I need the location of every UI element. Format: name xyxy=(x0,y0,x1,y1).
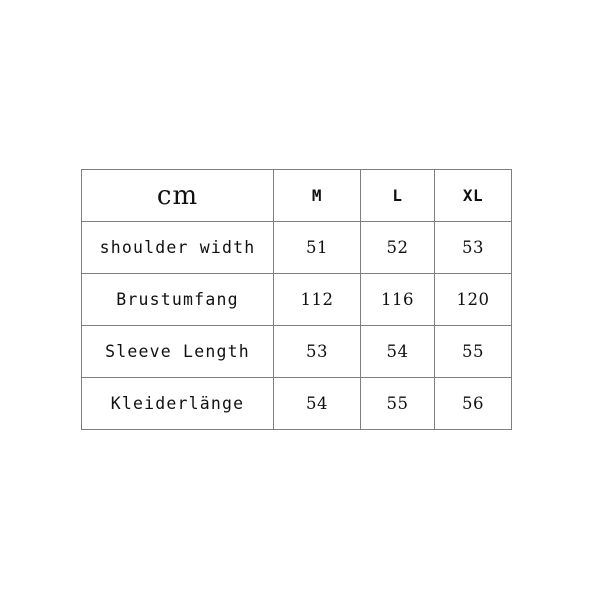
value-kleiderlaenge-xl: 56 xyxy=(434,377,512,430)
size-header-l: L xyxy=(360,169,435,222)
value-shoulder-width-m: 51 xyxy=(273,221,361,274)
table-row: shoulder width 51 52 53 xyxy=(81,221,512,274)
value-brustumfang-l: 116 xyxy=(360,273,435,326)
value-sleeve-length-m: 53 xyxy=(273,325,361,378)
table-row: Kleiderlänge 54 55 56 xyxy=(81,377,512,430)
measurement-label-sleeve-length: Sleeve Length xyxy=(81,325,274,378)
unit-header-cell: cm xyxy=(81,169,274,222)
size-header-m: M xyxy=(273,169,361,222)
size-header-xl: XL xyxy=(434,169,512,222)
value-kleiderlaenge-l: 55 xyxy=(360,377,435,430)
measurement-label-kleiderlaenge: Kleiderlänge xyxy=(81,377,274,430)
table-row: Brustumfang 112 116 120 xyxy=(81,273,512,326)
measurement-label-shoulder-width: shoulder width xyxy=(81,221,274,274)
value-sleeve-length-l: 54 xyxy=(360,325,435,378)
value-shoulder-width-xl: 53 xyxy=(434,221,512,274)
value-kleiderlaenge-m: 54 xyxy=(273,377,361,430)
size-chart-table: cm M L XL shoulder width 51 52 53 Brustu… xyxy=(81,169,512,430)
table-header-row: cm M L XL xyxy=(81,169,512,222)
measurement-label-brustumfang: Brustumfang xyxy=(81,273,274,326)
value-shoulder-width-l: 52 xyxy=(360,221,435,274)
table-row: Sleeve Length 53 54 55 xyxy=(81,325,512,378)
size-chart-container: cm M L XL shoulder width 51 52 53 Brustu… xyxy=(81,169,512,430)
value-sleeve-length-xl: 55 xyxy=(434,325,512,378)
value-brustumfang-m: 112 xyxy=(273,273,361,326)
value-brustumfang-xl: 120 xyxy=(434,273,512,326)
